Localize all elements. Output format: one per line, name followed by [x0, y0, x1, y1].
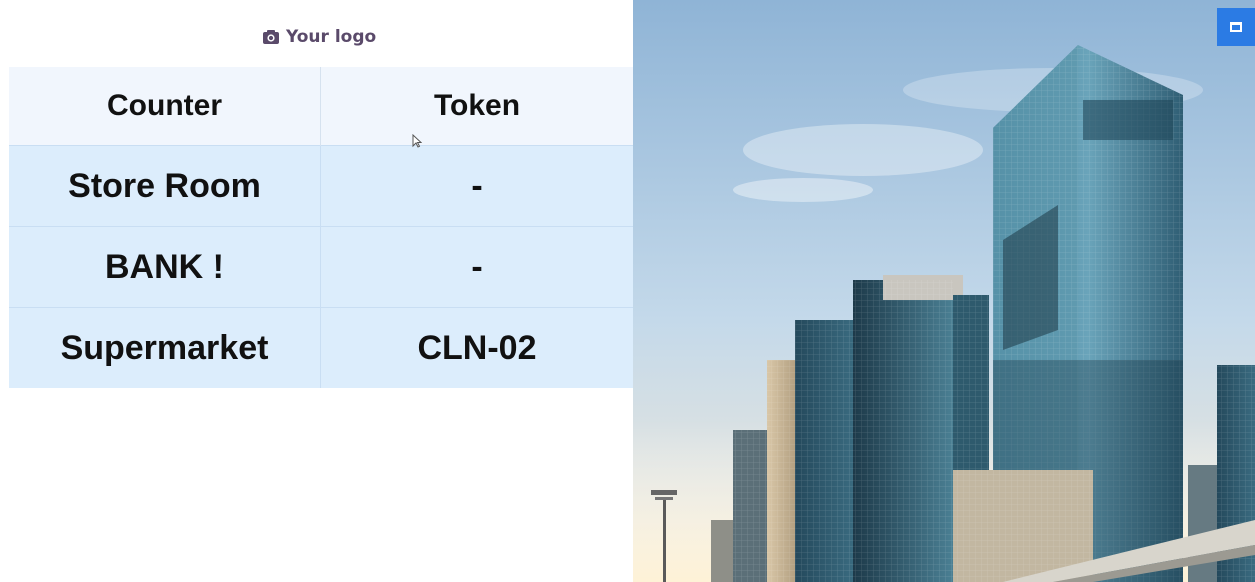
logo-text: Your logo: [286, 27, 377, 47]
skyline-illustration: [633, 0, 1255, 582]
table-row: Store Room -: [9, 145, 633, 227]
counter-cell: Store Room: [9, 145, 321, 227]
maximize-button[interactable]: [1217, 8, 1255, 46]
counter-cell: Supermarket: [9, 307, 321, 388]
city-skyscrapers-image: [633, 0, 1255, 582]
token-cell: -: [320, 145, 633, 227]
token-table: Counter Token Store Room - BANK ! - Supe…: [9, 67, 633, 388]
column-header-counter: Counter: [9, 67, 321, 146]
token-cell: CLN-02: [320, 307, 633, 388]
table-header-row: Counter Token: [9, 67, 633, 146]
counter-cell: BANK !: [9, 226, 321, 308]
table-row: BANK ! -: [9, 226, 633, 308]
table-row: Supermarket CLN-02: [9, 307, 633, 388]
token-display-panel: Your logo Counter Token Store Room - BAN…: [0, 0, 633, 582]
column-header-token: Token: [320, 67, 633, 146]
token-cell: -: [320, 226, 633, 308]
camera-icon: [263, 30, 279, 44]
logo: Your logo: [262, 24, 376, 50]
display-screen: Your logo Counter Token Store Room - BAN…: [0, 0, 1255, 582]
maximize-icon: [1230, 22, 1242, 32]
mouse-cursor-icon: [412, 134, 422, 148]
